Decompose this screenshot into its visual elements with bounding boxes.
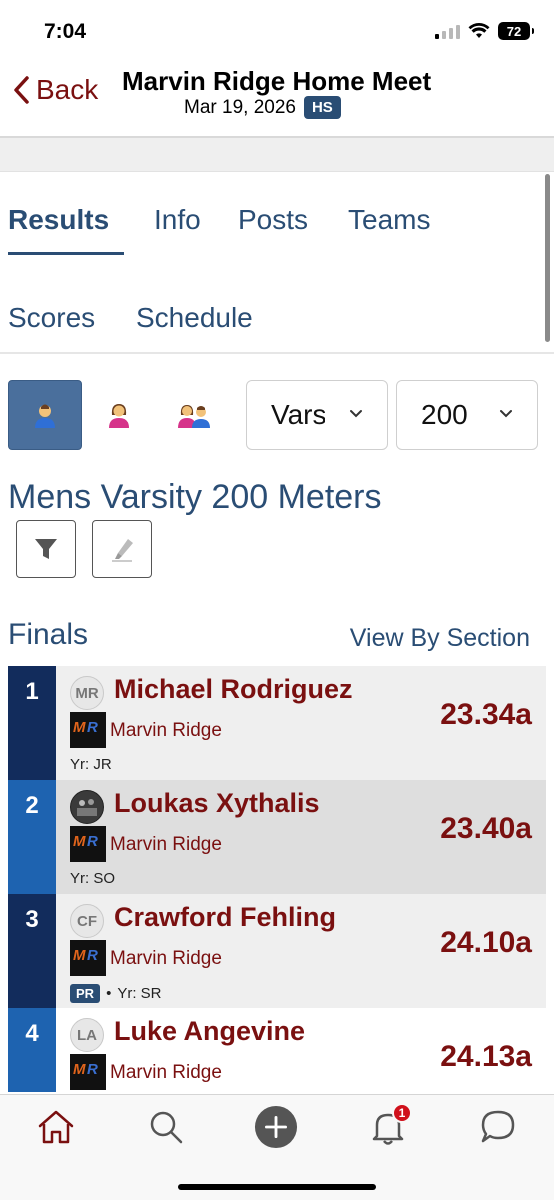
separator-dot: •	[106, 985, 112, 1002]
tab-info[interactable]: Info	[154, 204, 201, 236]
athlete-name[interactable]: Luke Angevine	[114, 1016, 386, 1047]
active-tab-indicator	[8, 252, 124, 255]
meet-date: Mar 19, 2026	[184, 96, 296, 118]
chevron-down-icon	[350, 410, 362, 418]
year-text: Yr: SR	[117, 985, 162, 1002]
page-title: Marvin Ridge Home Meet	[122, 66, 432, 96]
cellular-signal-icon	[435, 23, 460, 39]
result-mark: 24.13a	[440, 1040, 532, 1073]
level-badge: HS	[303, 96, 341, 119]
tab-results[interactable]: Results	[8, 204, 109, 236]
male-athlete-icon	[35, 404, 55, 428]
status-time: 7:04	[44, 20, 87, 43]
athlete-year: PR • Yr: SR	[70, 984, 162, 1003]
wifi-icon	[468, 23, 490, 38]
header-divider-band	[0, 136, 554, 172]
result-row[interactable]: 2 Loukas Xythalis MR Marvin Ridge Yr: SO…	[8, 780, 546, 894]
nav-header: Back Marvin Ridge Home Meet Mar 19, 2026…	[0, 62, 554, 130]
division-select[interactable]: Varsity	[246, 380, 388, 450]
section-label: Finals	[8, 618, 89, 651]
battery-icon: 72	[498, 22, 534, 40]
team-name[interactable]: Marvin Ridge	[110, 834, 222, 856]
pr-badge: PR	[70, 984, 101, 1003]
male-filter-button[interactable]	[8, 380, 82, 450]
search-icon	[150, 1111, 183, 1144]
back-button[interactable]: Back	[12, 74, 98, 106]
result-row[interactable]: 4 LA Luke Angevine MR Marvin Ridge 24.13…	[8, 1008, 546, 1092]
view-by-section-link[interactable]: View By Section	[350, 624, 530, 653]
notifications-tab[interactable]: 1	[366, 1103, 412, 1149]
result-row[interactable]: 1 MR Michael Rodriguez MR Marvin Ridge Y…	[8, 666, 546, 780]
filter-button[interactable]	[16, 520, 76, 578]
team-logo: MR	[70, 1054, 106, 1090]
back-label: Back	[36, 74, 99, 105]
result-body: LA Luke Angevine MR Marvin Ridge 24.13a	[56, 1008, 546, 1092]
result-row[interactable]: 3 CF Crawford Fehling MR Marvin Ridge PR…	[8, 894, 546, 1008]
home-icon	[38, 1110, 74, 1144]
mixed-filter-button[interactable]	[158, 380, 232, 450]
division-select-value: Varsity	[271, 399, 325, 430]
search-tab[interactable]	[144, 1105, 188, 1149]
battery-level: 72	[506, 23, 522, 39]
add-tab[interactable]	[254, 1105, 298, 1149]
team-name[interactable]: Marvin Ridge	[110, 1062, 222, 1084]
filter-icon	[35, 539, 57, 559]
tab-bar-top: Results Info Posts Teams Scores Schedule	[0, 172, 554, 354]
results-list: 1 MR Michael Rodriguez MR Marvin Ridge Y…	[8, 666, 546, 1092]
athlete-name[interactable]: Loukas Xythalis	[114, 788, 386, 819]
result-body: CF Crawford Fehling MR Marvin Ridge PR •…	[56, 894, 546, 1008]
tab-teams[interactable]: Teams	[348, 204, 430, 236]
result-mark: 23.34a	[440, 698, 532, 731]
tab-scores[interactable]: Scores	[8, 302, 95, 334]
athlete-photo-icon	[77, 799, 97, 816]
result-body: Loukas Xythalis MR Marvin Ridge Yr: SO 2…	[56, 780, 546, 894]
avatar-photo	[70, 790, 104, 824]
athlete-name[interactable]: Crawford Fehling	[114, 902, 386, 933]
athlete-name[interactable]: Michael Rodriguez	[114, 674, 386, 705]
add-icon	[254, 1105, 298, 1149]
status-bar: 7:04 72	[0, 0, 554, 66]
meet-subtitle: Mar 19, 2026 HS	[184, 96, 341, 119]
team-name[interactable]: Marvin Ridge	[110, 720, 222, 742]
event-select-value: 200 Meters	[421, 399, 471, 430]
highlighter-icon	[112, 539, 133, 562]
avatar: MR	[70, 676, 104, 710]
event-select[interactable]: 200 Meters	[396, 380, 538, 450]
avatar: CF	[70, 904, 104, 938]
event-title: Mens Varsity 200 Meters	[8, 478, 382, 516]
mixed-athletes-icon	[178, 405, 210, 428]
team-logo: MR	[70, 940, 106, 976]
notification-count-badge: 1	[392, 1103, 412, 1123]
year-text: Yr: JR	[70, 756, 112, 773]
result-body: MR Michael Rodriguez MR Marvin Ridge Yr:…	[56, 666, 546, 780]
athlete-year: Yr: SO	[70, 870, 115, 887]
tab-schedule[interactable]: Schedule	[136, 302, 253, 334]
highlight-button[interactable]	[92, 520, 152, 578]
female-athlete-icon	[109, 404, 129, 428]
home-tab[interactable]	[34, 1105, 78, 1149]
tab-posts[interactable]: Posts	[238, 204, 308, 236]
place-number: 2	[25, 792, 39, 819]
place-number: 4	[25, 1020, 39, 1047]
team-logo: MR	[70, 712, 106, 748]
tabs-scrollbar[interactable]	[545, 174, 550, 342]
messages-tab[interactable]	[476, 1105, 520, 1149]
female-filter-button[interactable]	[82, 380, 156, 450]
result-mark: 24.10a	[440, 926, 532, 959]
year-text: Yr: SO	[70, 870, 116, 887]
chevron-down-icon	[500, 410, 512, 418]
team-logo: MR	[70, 826, 106, 862]
messages-icon	[481, 1110, 515, 1143]
place-number: 3	[25, 906, 39, 933]
place-number: 1	[25, 678, 39, 705]
home-indicator	[178, 1184, 376, 1190]
chevron-left-icon	[14, 76, 29, 104]
team-name[interactable]: Marvin Ridge	[110, 948, 222, 970]
result-mark: 23.40a	[440, 812, 532, 845]
athlete-year: Yr: JR	[70, 756, 112, 773]
avatar: LA	[70, 1018, 104, 1052]
status-icons: 72	[435, 22, 534, 40]
